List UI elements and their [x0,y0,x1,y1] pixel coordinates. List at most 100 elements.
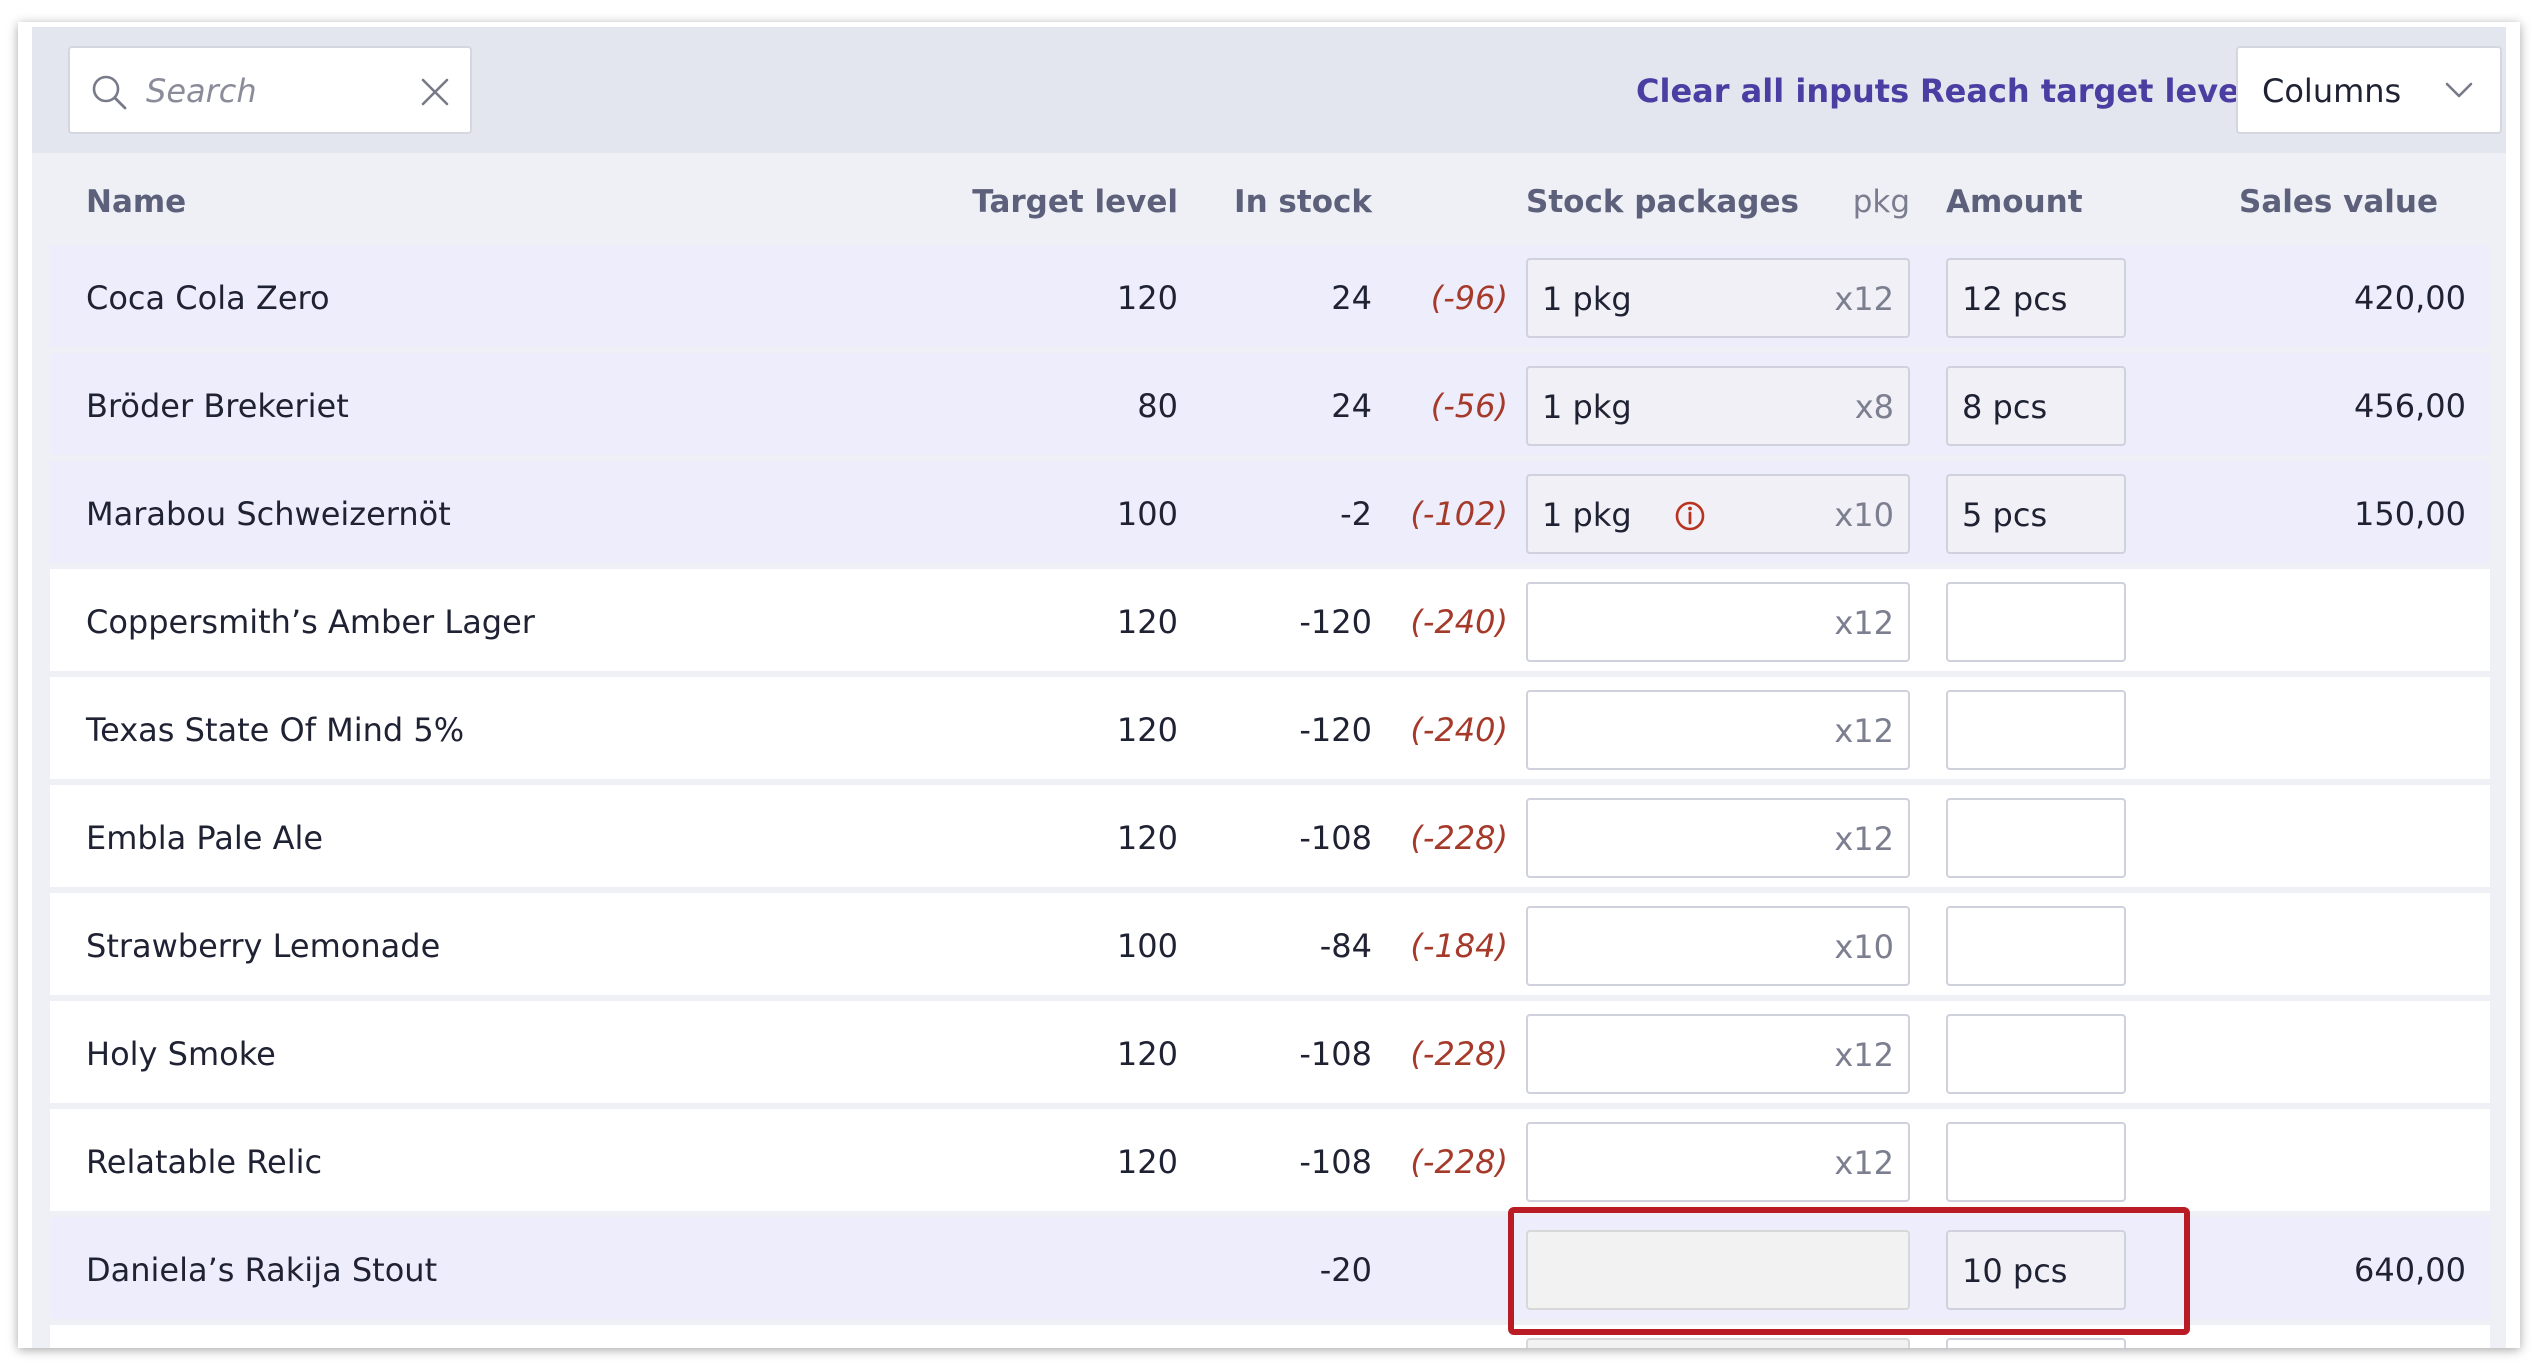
product-name: Holy Smoke [86,1035,276,1073]
table-row[interactable]: Strawberry Lemonade 100 -84 (-184) x10 [50,893,2490,998]
table-row[interactable]: Daniela’s Rakija Stout -20 10 pcs 640,00 [50,1217,2490,1322]
table-row[interactable]: Embla Pale Ale 120 -108 (-228) x12 [50,785,2490,890]
in-stock-value: -108 [1299,1035,1372,1073]
amount-value: 8 pcs [1962,388,2048,426]
column-header-name[interactable]: Name [86,177,186,227]
stock-difference: (-228) [1410,819,1508,857]
table-row[interactable]: Texas State Of Mind 5% 120 -120 (-240) x… [50,677,2490,782]
target-level-value: 120 [1116,1143,1178,1181]
product-name: Bröder Brekeriet [86,387,349,425]
column-header-sales-value[interactable]: Sales value [2182,177,2438,227]
column-header-amount[interactable]: Amount [1946,177,2083,227]
target-level-value: 120 [1116,603,1178,641]
stock-difference: (-228) [1410,1035,1508,1073]
app-frame: Clear all inputs Reach target level Colu… [18,22,2520,1348]
amount-input[interactable]: 10 pcs [1946,1230,2126,1310]
table-row[interactable]: Bröder Brekeriet 80 24 (-56) 1 pkg x8 8 … [50,353,2490,458]
sales-value [2200,597,2466,647]
package-multiplier: x8 [1854,388,1894,426]
table-row[interactable]: Relatable Relic 120 -108 (-228) x12 [50,1109,2490,1214]
search-icon [92,75,127,110]
in-stock-value: -84 [1319,927,1372,965]
target-level-value: 100 [1116,927,1178,965]
amount-input[interactable] [1946,1014,2126,1094]
amount-value: 5 pcs [1962,496,2048,534]
package-multiplier: x12 [1834,820,1894,858]
amount-input[interactable] [1946,690,2126,770]
package-multiplier: x12 [1834,280,1894,318]
stock-packages-input[interactable]: x12 [1526,690,1910,770]
stock-difference: (-240) [1410,711,1508,749]
info-warning-icon[interactable] [1674,500,1706,532]
column-header-pkg-unit: pkg [1852,184,1910,220]
sales-value [2200,813,2466,863]
stock-packages-input[interactable]: x12 [1526,582,1910,662]
toolbar: Clear all inputs Reach target level Colu… [32,27,2506,153]
amount-input[interactable]: 8 pcs [1946,366,2126,446]
in-stock-value: -120 [1299,711,1372,749]
table-row[interactable]: Coca Cola Zero 120 24 (-96) 1 pkg x12 12… [50,245,2490,350]
table-row-partial [50,1325,2490,1348]
product-name: Texas State Of Mind 5% [86,711,465,749]
product-name: Daniela’s Rakija Stout [86,1251,438,1289]
search-input[interactable] [146,66,396,116]
packages-value: 1 pkg [1542,280,1632,318]
stock-packages-input[interactable]: x10 [1526,906,1910,986]
stock-packages-input-disabled [1526,1338,1910,1348]
product-name: Strawberry Lemonade [86,927,441,965]
packages-value: 1 pkg [1542,388,1632,426]
target-level-value: 120 [1116,1035,1178,1073]
sales-value [2200,1029,2466,1079]
target-level-value: 100 [1116,495,1178,533]
package-multiplier: x12 [1834,712,1894,750]
in-stock-value: -108 [1299,819,1372,857]
product-name: Coca Cola Zero [86,279,330,317]
sales-value [2200,1137,2466,1187]
in-stock-value: 24 [1331,387,1372,425]
column-header-target-level[interactable]: Target level [952,177,1178,227]
table-row[interactable]: Marabou Schweizernöt 100 -2 (-102) 1 pkg… [50,461,2490,566]
stock-difference: (-96) [1430,279,1508,317]
stock-packages-input[interactable]: x12 [1526,1014,1910,1094]
in-stock-value: -120 [1299,603,1372,641]
stock-packages-input[interactable]: 1 pkg x10 [1526,474,1910,554]
table-row[interactable]: Holy Smoke 120 -108 (-228) x12 [50,1001,2490,1106]
amount-input[interactable] [1946,798,2126,878]
amount-value: 12 pcs [1962,280,2068,318]
package-multiplier: x12 [1834,1036,1894,1074]
stock-packages-input[interactable]: x12 [1526,798,1910,878]
in-stock-value: -108 [1299,1143,1372,1181]
amount-input[interactable] [1946,1338,2126,1348]
target-level-value [1010,1245,1178,1295]
amount-input[interactable] [1946,1122,2126,1202]
in-stock-value: -20 [1319,1251,1372,1289]
in-stock-value: 24 [1331,279,1372,317]
stock-packages-input[interactable]: 1 pkg x8 [1526,366,1910,446]
sales-value: 150,00 [2354,495,2466,533]
search-box[interactable] [68,46,472,134]
product-name: Relatable Relic [86,1143,323,1181]
stock-packages-input[interactable]: x12 [1526,1122,1910,1202]
stock-packages-input[interactable]: 1 pkg x12 [1526,258,1910,338]
amount-input[interactable] [1946,582,2126,662]
clear-all-inputs-link[interactable]: Clear all inputs [1636,67,1909,115]
stock-difference: (-228) [1410,1143,1508,1181]
target-level-value: 80 [1137,387,1178,425]
reach-target-level-link[interactable]: Reach target level [1920,67,2251,115]
table-row[interactable]: Coppersmith’s Amber Lager 120 -120 (-240… [50,569,2490,674]
clear-search-icon[interactable] [420,77,450,107]
column-header-stock-packages[interactable]: Stock packages [1526,177,1799,227]
sales-value: 456,00 [2354,387,2466,425]
sales-value [2200,705,2466,755]
product-name: Coppersmith’s Amber Lager [86,603,535,641]
stock-difference: (-56) [1430,387,1508,425]
column-header-in-stock[interactable]: In stock [1182,177,1372,227]
stock-difference: (-184) [1410,927,1508,965]
stock-packages-input-disabled [1526,1230,1910,1310]
amount-input[interactable]: 12 pcs [1946,258,2126,338]
chevron-down-icon [2445,82,2473,98]
columns-dropdown[interactable]: Columns [2236,46,2502,134]
sales-value [2200,921,2466,971]
amount-input[interactable]: 5 pcs [1946,474,2126,554]
amount-input[interactable] [1946,906,2126,986]
